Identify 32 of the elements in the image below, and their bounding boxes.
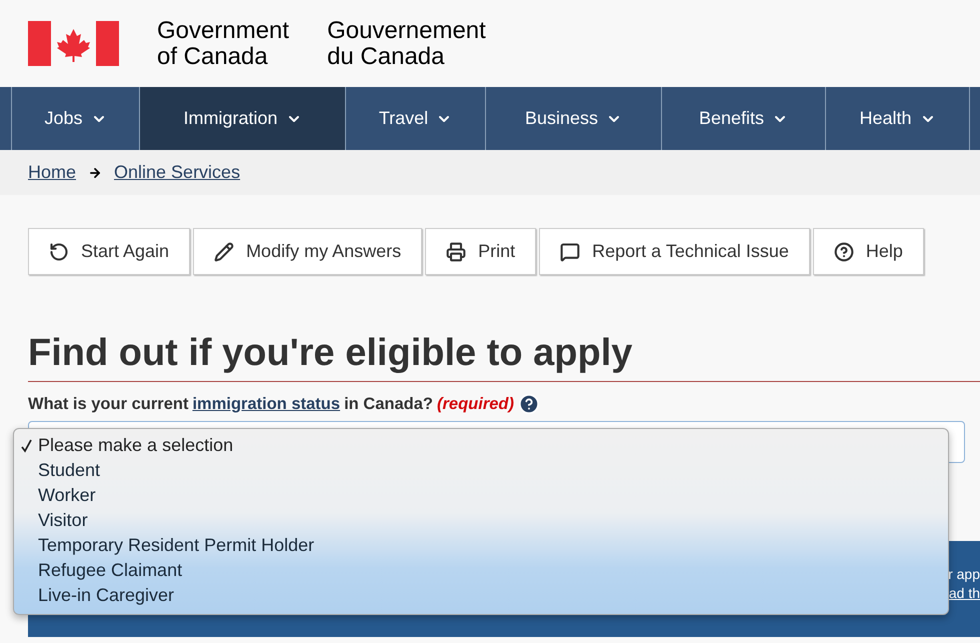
breadcrumb-link[interactable]: Home [28,159,76,186]
page-heading: Find out if you're eligible to apply [28,331,634,375]
checkmark-icon [21,438,32,452]
toolbar-button[interactable]: Modify my Answers [193,228,422,275]
dropdown-option[interactable]: Visitor [14,508,948,533]
print-icon [446,242,466,262]
panel-link[interactable]: ad th [948,584,980,603]
status-link[interactable]: immigration status [192,392,340,417]
dropdown-option[interactable]: Worker [14,483,948,508]
flag-icon [28,21,119,66]
required-label: (required) [437,394,514,415]
toolbar-button[interactable]: Start Again [28,228,190,275]
toolbar-button[interactable]: Help [812,228,924,275]
dropdown-option[interactable]: Please make a selection [14,433,948,458]
toolbar-button[interactable]: Report a Technical Issue [539,228,810,275]
panel-text: r app [948,564,980,584]
help-icon [834,242,854,262]
dropdown-option[interactable]: Student [14,458,948,483]
dropdown-option[interactable]: Temporary Resident Permit Holder [14,533,948,558]
nav-tab[interactable]: Immigration [140,87,346,150]
government-name: Gouvernement du Canada [327,18,486,70]
dropdown-option[interactable]: Refugee Claimant [14,558,948,583]
help-icon [518,393,540,416]
toolbar-button[interactable]: Print [425,228,536,275]
breadcrumb-link[interactable]: Online Services [114,159,240,186]
dropdown-option[interactable]: Live-in Caregiver [14,583,948,608]
pencil-icon [214,242,234,262]
restart-icon [49,242,69,262]
speech-bubble-icon [560,242,580,262]
question-text: in Canada? [344,394,433,415]
question-text: What is your current [28,394,188,415]
government-name: Government of Canada [157,18,290,70]
